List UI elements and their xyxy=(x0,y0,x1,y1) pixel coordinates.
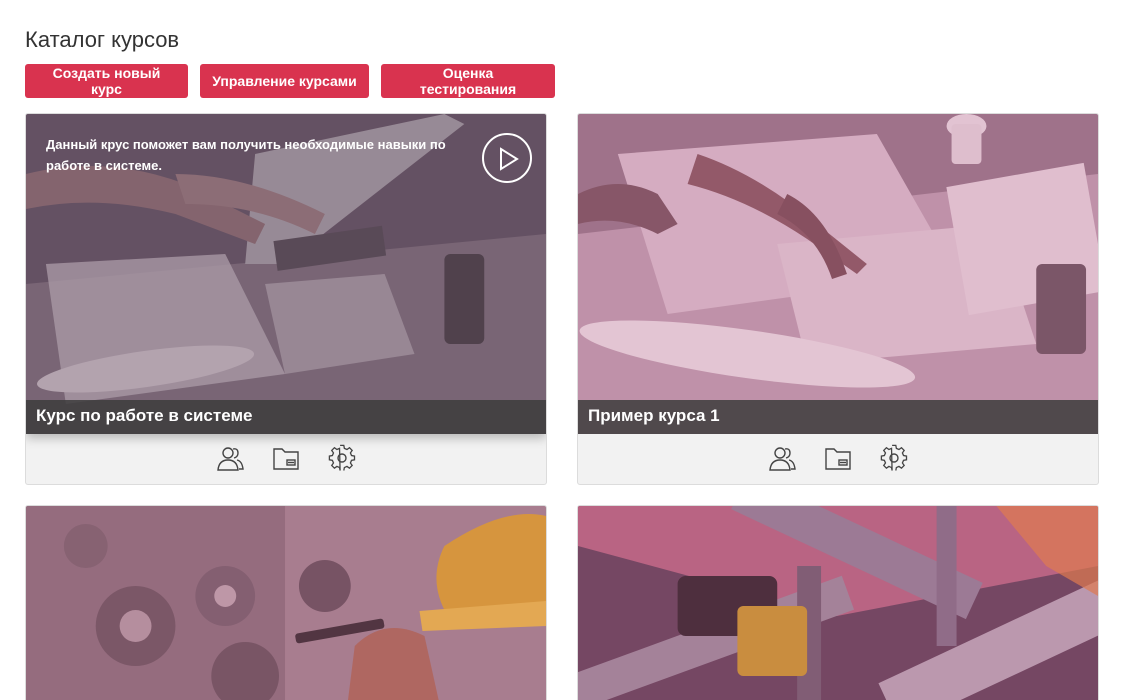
course-image xyxy=(578,114,1098,434)
course-actions xyxy=(578,434,1098,484)
page-title: Каталог курсов xyxy=(25,27,180,52)
folder-icon[interactable] xyxy=(271,443,301,473)
course-description: Данный крус поможет вам получить необход… xyxy=(46,137,446,173)
course-card: Данный крус поможет вам получить необход… xyxy=(25,113,547,485)
manage-courses-button[interactable]: Управление курсами xyxy=(200,64,369,98)
course-card xyxy=(577,505,1099,700)
create-course-button[interactable]: Создать новый курс xyxy=(25,64,188,98)
users-icon[interactable] xyxy=(767,443,797,473)
course-thumbnail[interactable] xyxy=(578,506,1098,700)
course-image xyxy=(26,506,546,700)
course-image xyxy=(578,506,1098,700)
course-thumbnail[interactable] xyxy=(26,506,546,700)
course-card: Пример курса 1 xyxy=(577,113,1099,485)
course-thumbnail[interactable]: Пример курса 1 xyxy=(578,114,1098,434)
test-grading-button[interactable]: Оценка тестирования xyxy=(381,64,555,98)
toolbar: Создать новый курс Управление курсами Оц… xyxy=(25,64,555,98)
users-icon[interactable] xyxy=(215,443,245,473)
course-title[interactable]: Пример курса 1 xyxy=(578,400,1098,434)
folder-icon[interactable] xyxy=(823,443,853,473)
course-title[interactable]: Курс по работе в системе xyxy=(26,400,546,434)
gear-icon[interactable] xyxy=(327,443,357,473)
play-icon[interactable] xyxy=(482,133,532,183)
course-card xyxy=(25,505,547,700)
course-thumbnail[interactable]: Данный крус поможет вам получить необход… xyxy=(26,114,546,434)
gear-icon[interactable] xyxy=(879,443,909,473)
course-actions xyxy=(26,434,546,484)
